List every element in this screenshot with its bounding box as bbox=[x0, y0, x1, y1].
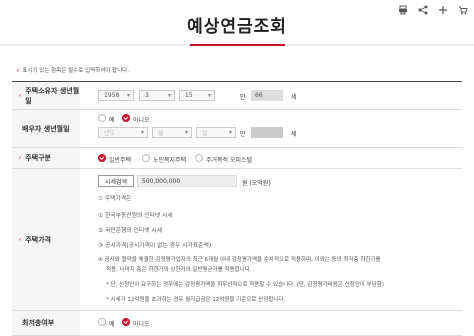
required-mark-icon: ✓ bbox=[16, 68, 21, 74]
spouse-birth-row: 배우자 생년월일 예 아니오 년도 월 일 만 세 bbox=[12, 110, 462, 148]
house-type-general-label: 일반주택 bbox=[109, 157, 132, 164]
spouse-age-unit: 세 bbox=[291, 131, 297, 138]
min-floor-yes-label: 예 bbox=[109, 321, 115, 328]
required-mark-icon: ✓ bbox=[18, 236, 23, 243]
price-info-heading: ⊙ 주택가격은 bbox=[98, 193, 131, 202]
owner-month-select[interactable]: 3 bbox=[139, 90, 175, 101]
required-notice: ✓ 표시가 있는 항목은 필수로 입력하셔야 합니다. bbox=[16, 66, 129, 74]
spouse-year-select[interactable]: 년도 bbox=[98, 127, 148, 138]
house-type-officetel-radio[interactable] bbox=[195, 154, 203, 162]
house-type-row: ✓ 주택구분 일반주택 노인복지주택 주거목적 오피스텔 bbox=[12, 148, 462, 169]
owner-year-select[interactable]: 1958 bbox=[98, 90, 134, 101]
spouse-month-select[interactable]: 월 bbox=[152, 127, 192, 138]
spouse-no-radio[interactable] bbox=[122, 114, 130, 122]
price-source-item: ② 국민은행의 인터넷 시세 bbox=[98, 228, 163, 234]
info-icon: ⊙ bbox=[98, 196, 103, 202]
price-source-item: ④ 공사와 협약을 체결한 감정평가업자의 최근 6개월 이내 감정평가액을 순… bbox=[98, 257, 381, 263]
price-source-item: ① 한국부동산원의 인터넷 시세 bbox=[98, 213, 173, 219]
owner-age-field: 66 bbox=[251, 90, 283, 101]
price-note: * 단, 신청인이 요구하는 경우에는 감정평가액을 최우선적으로 적용할 수 … bbox=[106, 282, 384, 288]
house-type-label-cell: ✓ 주택구분 bbox=[12, 148, 80, 168]
house-price-label: 주택가격 bbox=[25, 235, 51, 244]
house-type-senior-label: 노인복지주택 bbox=[153, 157, 187, 164]
owner-birth-row: ✓ 주택소유자 생년월일 1958 3 15 안 66 세 bbox=[12, 82, 462, 110]
price-source-item-cont: 적용, 나머지 층은 하한가와 상한가의 일반평균가를 적용합니다. bbox=[106, 267, 252, 273]
required-mark-icon: ✓ bbox=[18, 155, 23, 161]
owner-birth-label: 주택소유자 생년월일 bbox=[25, 86, 80, 105]
spouse-yes-label: 예 bbox=[109, 117, 115, 124]
house-type-general-radio[interactable] bbox=[98, 154, 106, 162]
house-price-field[interactable]: 500,000,000 bbox=[137, 175, 237, 187]
price-search-button[interactable]: 시세검색 bbox=[98, 175, 134, 187]
spouse-yes-radio[interactable] bbox=[98, 114, 106, 122]
min-floor-row: 최저층여부 예 아니오 bbox=[12, 311, 462, 336]
min-floor-label-cell: 최저층여부 bbox=[12, 311, 80, 335]
price-note: * 시세가 12억원을 초과하는 경우 월지급금은 12억원을 기준으로 산정합… bbox=[106, 297, 286, 303]
house-price-row: ✓ 주택가격 시세검색 500,000,000 원 (오억원) ⊙ 주택가격은 … bbox=[12, 169, 462, 311]
price-info-heading-text: 주택가격은 bbox=[104, 196, 132, 202]
required-mark-icon: ✓ bbox=[18, 92, 23, 99]
min-floor-yes-radio[interactable] bbox=[98, 318, 106, 326]
spouse-age-field bbox=[251, 127, 283, 138]
required-notice-text: 표시가 있는 항목은 필수로 입력하셔야 합니다. bbox=[22, 68, 129, 74]
spouse-age-prefix: 만 bbox=[240, 131, 246, 138]
house-type-label: 주택구분 bbox=[25, 154, 51, 162]
spouse-day-select[interactable]: 일 bbox=[196, 127, 236, 138]
min-floor-label: 최저층여부 bbox=[22, 319, 55, 327]
page-title: 예상연금조회 bbox=[187, 17, 287, 37]
house-price-unit: 원 (오억원) bbox=[242, 180, 271, 187]
owner-age-unit: 세 bbox=[291, 94, 297, 101]
spouse-no-label: 아니오 bbox=[133, 117, 150, 124]
owner-birth-label-cell: ✓ 주택소유자 생년월일 bbox=[12, 82, 80, 109]
spouse-birth-label: 배우자 생년월일 bbox=[22, 124, 70, 133]
price-source-item: ③ 공시가격(공시가격이 없는 경우 시가표준액) bbox=[98, 243, 212, 249]
min-floor-no-radio[interactable] bbox=[122, 318, 130, 326]
spouse-birth-label-cell: 배우자 생년월일 bbox=[12, 110, 80, 147]
owner-age-prefix: 안 bbox=[240, 94, 246, 101]
house-type-senior-radio[interactable] bbox=[142, 154, 150, 162]
owner-day-select[interactable]: 15 bbox=[179, 90, 215, 101]
house-price-label-cell: ✓ 주택가격 bbox=[12, 169, 80, 310]
min-floor-no-label: 아니오 bbox=[133, 321, 150, 328]
title-underline bbox=[0, 44, 474, 46]
house-type-officetel-label: 주거목적 오피스텔 bbox=[206, 157, 253, 164]
